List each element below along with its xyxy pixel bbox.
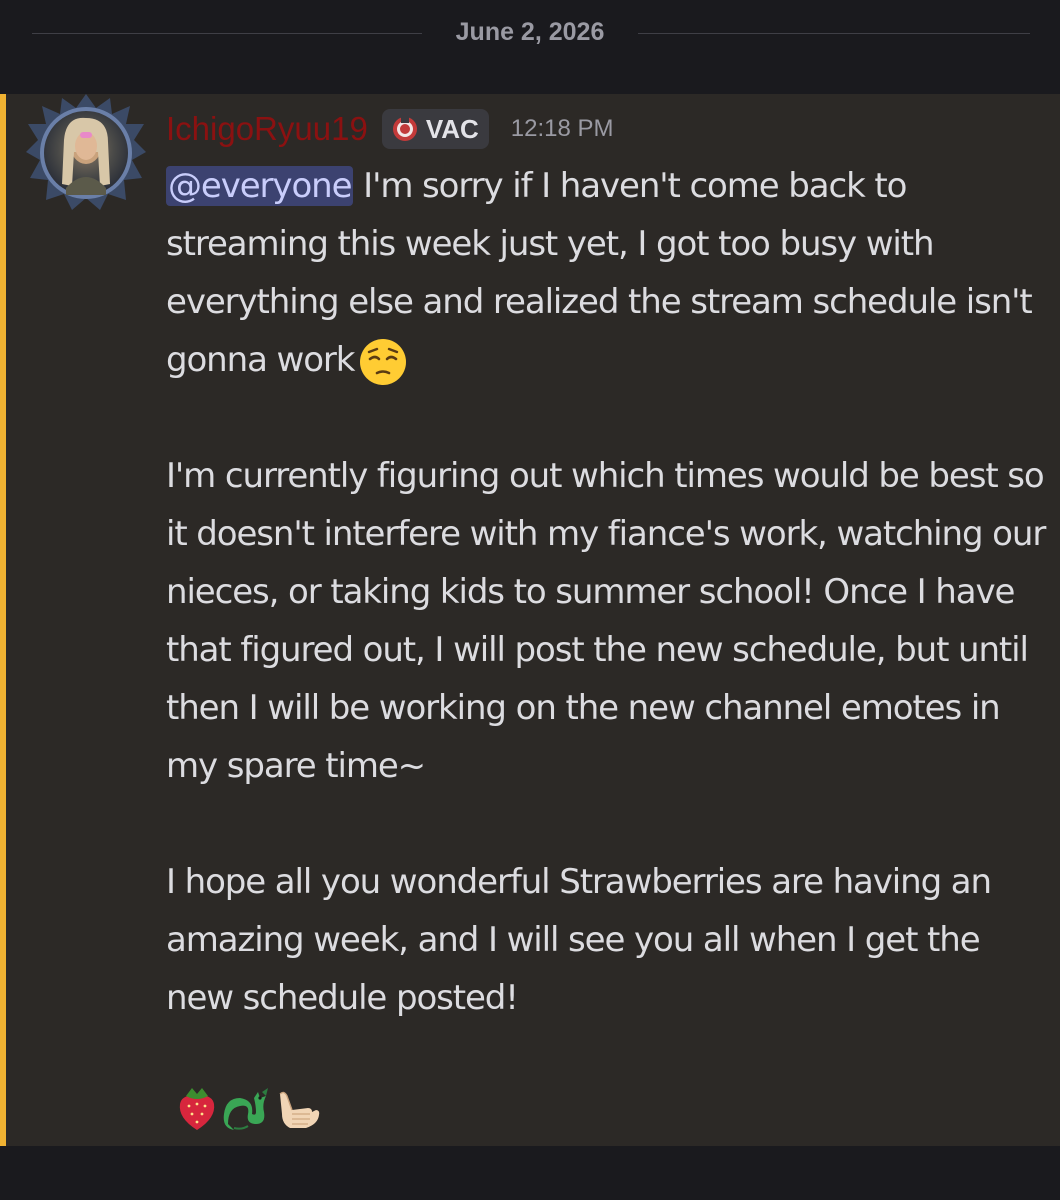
call-me-hand-emoji-icon[interactable]	[272, 1084, 322, 1138]
closing-emoji-row	[172, 1084, 322, 1138]
vac-tag-icon	[392, 116, 417, 141]
strawberry-emoji-icon[interactable]	[172, 1084, 222, 1138]
message-paragraph-2: I'm currently figuring out which times w…	[166, 456, 1046, 786]
divider-line-right	[638, 33, 1030, 34]
author-username[interactable]: IchigoRyuu19	[166, 110, 368, 148]
bottom-area	[0, 1146, 1060, 1200]
message-content: @everyone I'm sorry if I haven't come ba…	[166, 157, 1046, 1027]
message-paragraph-1: @everyone I'm sorry if I haven't come ba…	[166, 157, 1046, 389]
tag-label: VAC	[425, 113, 479, 144]
everyone-mention[interactable]: @everyone	[166, 166, 354, 206]
message-timestamp[interactable]: 12:18 PM	[511, 115, 614, 143]
server-tag-badge[interactable]: VAC	[381, 109, 489, 149]
user-avatar[interactable]	[26, 94, 146, 212]
message-header: IchigoRyuu19 VAC 12:18 PM	[166, 106, 614, 152]
discord-chat-view: June 2, 2026 IchigoRyuu19 VAC 12:18 PM @…	[0, 0, 1060, 1200]
dragon-emoji-icon[interactable]	[222, 1084, 272, 1138]
chat-message[interactable]: IchigoRyuu19 VAC 12:18 PM @everyone I'm …	[0, 94, 1060, 1146]
pensive-face-emoji-icon[interactable]	[358, 337, 408, 387]
date-divider: June 2, 2026	[0, 0, 1060, 70]
message-paragraph-3: I hope all you wonderful Strawberries ar…	[166, 862, 992, 1018]
avatar-image	[26, 94, 146, 210]
